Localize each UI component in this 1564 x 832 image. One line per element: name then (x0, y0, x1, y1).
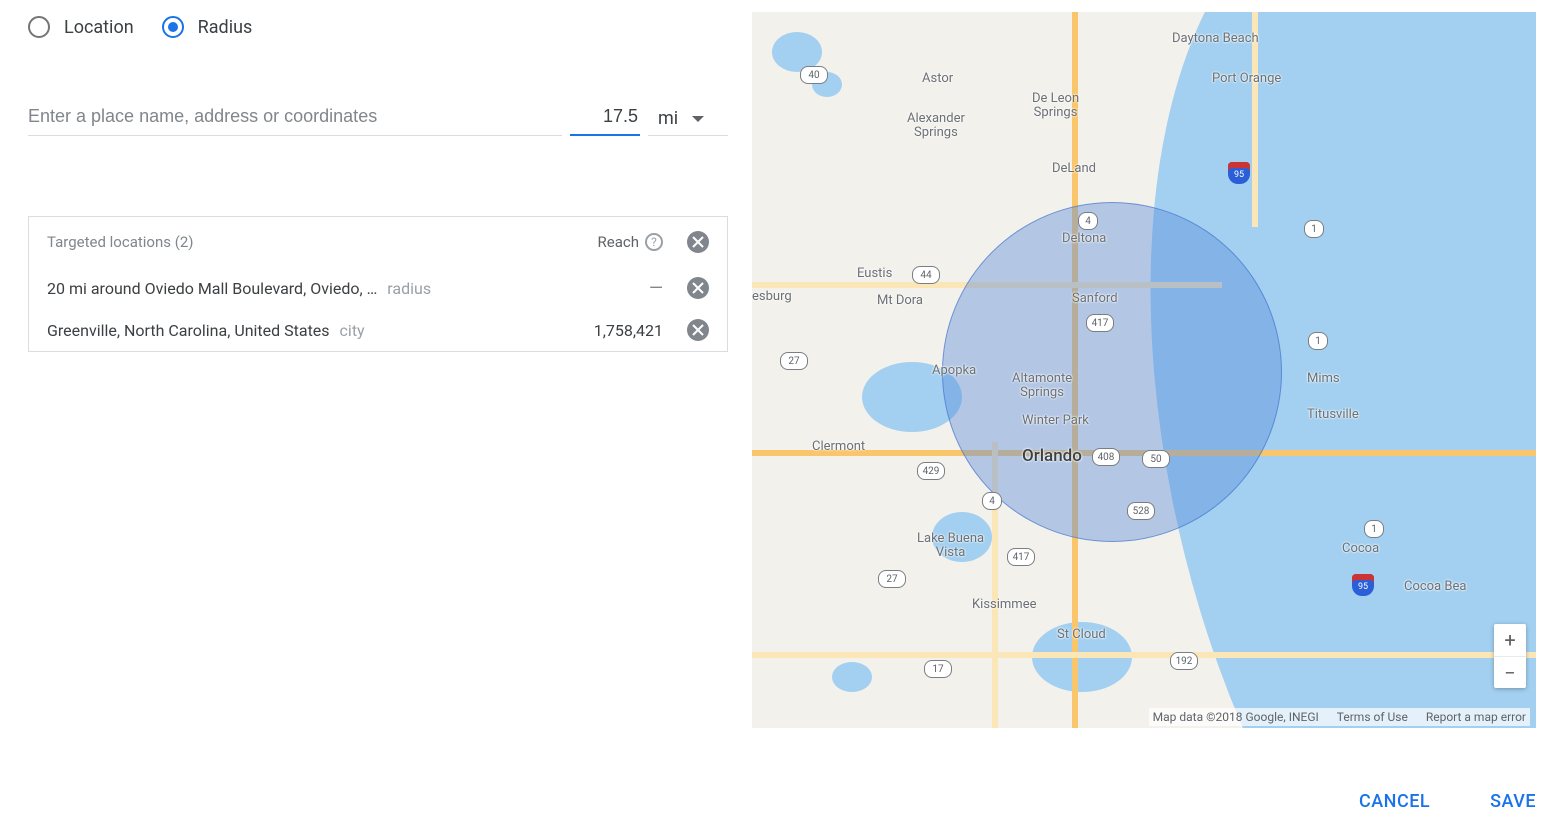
route-shield: 408 (1092, 448, 1120, 466)
reach-value: — (583, 278, 663, 299)
location-name: Greenville, North Carolina, United State… (47, 321, 330, 340)
radius-value-field[interactable] (570, 105, 640, 136)
map-city-label: Mims (1307, 372, 1340, 386)
map-city-label: Daytona Beach (1172, 32, 1259, 46)
radio-location-label: Location (64, 17, 134, 38)
cancel-button[interactable]: CANCEL (1359, 791, 1430, 812)
interstate-shield: 95 (1352, 574, 1374, 596)
route-shield: 192 (1170, 652, 1198, 670)
settings-panel: Location Radius mi Targeted locations (2… (28, 12, 728, 728)
map-city-label: Cocoa Bea (1404, 580, 1466, 594)
map-footer: Map data ©2018 Google, INEGI Terms of Us… (1149, 708, 1530, 726)
map-city-label: Titusville (1307, 408, 1359, 422)
location-name: 20 mi around Oviedo Mall Boulevard, Ovie… (47, 279, 377, 298)
radio-checked-icon (162, 16, 184, 38)
chevron-down-icon (692, 116, 704, 122)
help-icon[interactable]: ? (645, 233, 663, 251)
route-shield: 1 (1308, 332, 1328, 350)
map-city-label: Altamonte Springs (1012, 372, 1072, 401)
targeted-locations-box: Targeted locations (2) Reach ? 20 mi aro… (28, 216, 728, 352)
zoom-in-button[interactable]: + (1494, 624, 1526, 656)
radius-input[interactable] (570, 105, 640, 128)
map-city-label: esburg (752, 290, 792, 304)
map[interactable]: Daytona Beach Port Orange Astor De Leon … (752, 12, 1536, 728)
remove-row-button[interactable] (687, 319, 709, 341)
route-shield: 27 (878, 570, 906, 588)
map-city-label: Orlando (1022, 447, 1082, 466)
table-row: Greenville, North Carolina, United State… (29, 309, 727, 351)
location-type: city (340, 321, 583, 340)
reach-header-label: Reach (598, 233, 639, 251)
route-shield: 417 (1086, 314, 1114, 332)
route-shield: 44 (912, 266, 940, 284)
route-shield: 1 (1364, 520, 1384, 538)
targeted-title: Targeted locations (2) (47, 233, 598, 251)
route-shield: 528 (1127, 502, 1155, 520)
route-shield: 17 (924, 660, 952, 678)
map-city-label: Alexander Springs (907, 112, 965, 141)
map-city-label: Mt Dora (877, 294, 923, 308)
unit-select[interactable]: mi (648, 108, 728, 136)
search-row: mi (28, 98, 728, 136)
map-city-label: Clermont (812, 440, 865, 454)
map-city-label: Astor (922, 72, 953, 86)
remove-row-button[interactable] (687, 277, 709, 299)
close-icon (692, 324, 704, 336)
targeted-header: Targeted locations (2) Reach ? (29, 217, 727, 267)
map-city-label: DeLand (1052, 162, 1096, 176)
route-shield: 27 (780, 352, 808, 370)
map-city-label: Lake Buena Vista (917, 532, 984, 561)
map-city-label: Eustis (857, 267, 892, 281)
zoom-controls: + − (1494, 624, 1526, 688)
radio-location[interactable]: Location (28, 16, 134, 38)
route-shield: 1 (1304, 220, 1324, 238)
map-city-label: St Cloud (1057, 628, 1106, 642)
save-button[interactable]: SAVE (1490, 791, 1536, 812)
table-row: 20 mi around Oviedo Mall Boulevard, Ovie… (29, 267, 727, 309)
map-terms-link[interactable]: Terms of Use (1337, 710, 1408, 724)
radio-radius-label: Radius (198, 17, 253, 38)
radius-overlay (942, 202, 1282, 542)
map-attribution: Map data ©2018 Google, INEGI (1153, 710, 1319, 724)
map-city-label: Port Orange (1212, 72, 1281, 86)
mode-radio-group: Location Radius (28, 16, 728, 38)
radio-radius[interactable]: Radius (162, 16, 253, 38)
map-panel: Daytona Beach Port Orange Astor De Leon … (752, 12, 1536, 728)
route-shield: 40 (800, 66, 828, 84)
action-bar: CANCEL SAVE (1359, 791, 1536, 812)
unit-label: mi (658, 108, 678, 129)
map-report-link[interactable]: Report a map error (1426, 710, 1526, 724)
reach-value: 1,758,421 (583, 321, 663, 340)
zoom-out-button[interactable]: − (1494, 656, 1526, 688)
location-type: radius (387, 279, 583, 298)
map-city-label: Winter Park (1022, 414, 1089, 428)
map-city-label: Deltona (1062, 232, 1106, 246)
radio-unchecked-icon (28, 16, 50, 38)
close-icon (692, 282, 704, 294)
map-city-label: Apopka (932, 364, 976, 378)
remove-all-button[interactable] (687, 231, 709, 253)
close-icon (692, 236, 704, 248)
place-input[interactable] (28, 98, 562, 136)
route-shield: 4 (1078, 212, 1098, 230)
route-shield: 4 (982, 492, 1002, 510)
route-shield: 417 (1007, 548, 1035, 566)
map-city-label: Kissimmee (972, 598, 1037, 612)
map-city-label: Sanford (1072, 292, 1118, 306)
route-shield: 429 (917, 462, 945, 480)
interstate-shield: 95 (1228, 162, 1250, 184)
map-city-label: De Leon Springs (1032, 92, 1079, 121)
route-shield: 50 (1142, 450, 1170, 468)
map-city-label: Cocoa (1342, 542, 1379, 556)
